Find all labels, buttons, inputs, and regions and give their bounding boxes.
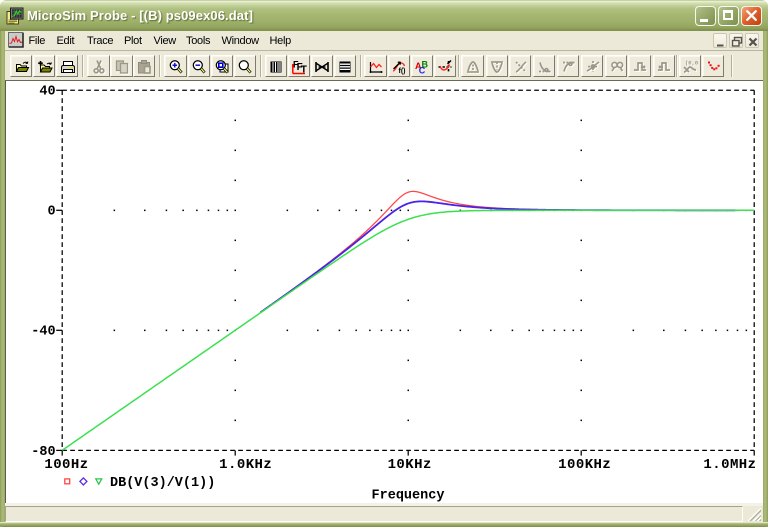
svg-text:1.0MHz: 1.0MHz [703, 457, 756, 473]
svg-text:Frequency: Frequency [372, 489, 445, 504]
svg-text:1.0KHz: 1.0KHz [219, 457, 272, 473]
svg-text:DB(V(3)/V(1)): DB(V(3)/V(1)) [110, 476, 215, 491]
svg-text:0: 0 [47, 205, 55, 220]
svg-text:10KHz: 10KHz [388, 457, 432, 473]
svg-text:-40: -40 [31, 325, 55, 340]
svg-text:100KHz: 100KHz [558, 457, 611, 473]
svg-text:40: 40 [39, 85, 55, 100]
svg-text:-80: -80 [31, 445, 55, 460]
